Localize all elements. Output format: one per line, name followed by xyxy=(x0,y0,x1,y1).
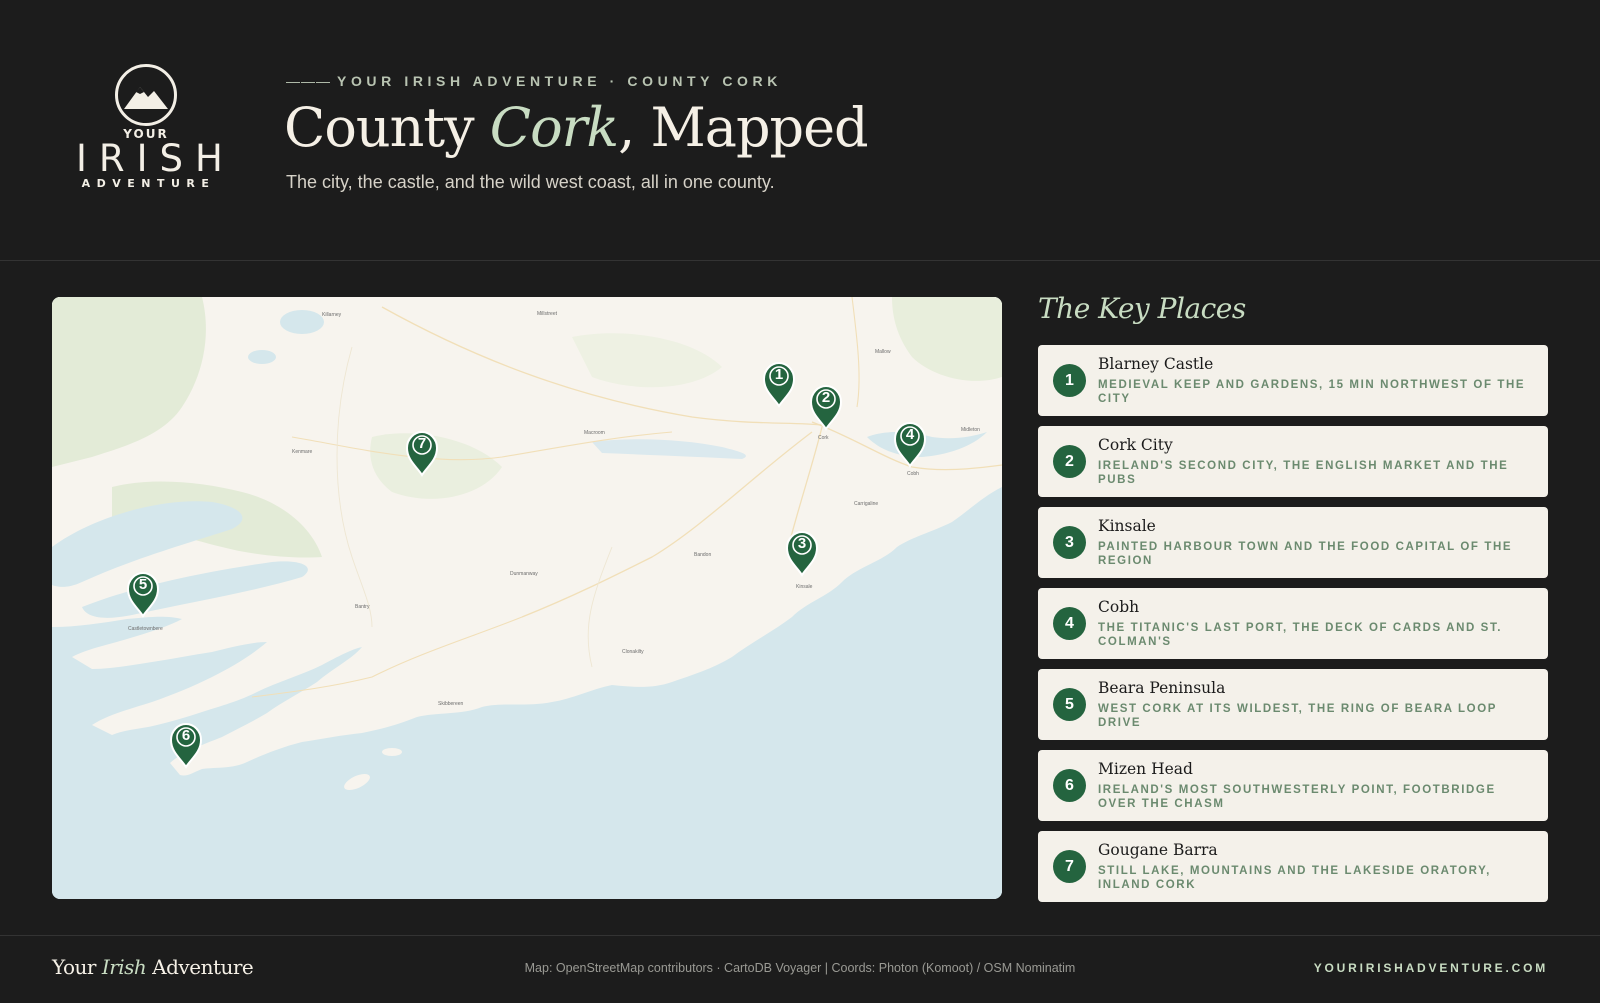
place-name: Beara Peninsula xyxy=(1098,679,1226,697)
places-panel-title: The Key Places xyxy=(1038,292,1246,325)
map-label-millstreet: Millstreet xyxy=(537,311,558,317)
map-basemap xyxy=(52,297,1002,899)
pin-number: 3 xyxy=(797,535,807,552)
map-label-mallow: Mallow xyxy=(875,349,891,355)
places-list: 1 Blarney Castle Medieval keep and garde… xyxy=(1038,345,1548,912)
county-map[interactable]: Killarney Millstreet Kenmare Macroom Mal… xyxy=(52,297,1002,899)
map-pin-cork-city[interactable]: 2 xyxy=(808,383,844,431)
title-accent: Cork xyxy=(489,96,619,159)
map-label-kinsale: Kinsale xyxy=(796,584,813,590)
place-name: Gougane Barra xyxy=(1098,841,1218,859)
map-label-dunmanway: Dunmanway xyxy=(510,571,538,577)
place-card-gougane-barra[interactable]: 7 Gougane Barra Still lake, mountains an… xyxy=(1038,831,1548,902)
place-number-badge: 3 xyxy=(1053,526,1086,559)
map-label-kenmare: Kenmare xyxy=(292,449,313,455)
map-label-clonakilty: Clonakilty xyxy=(622,649,644,655)
place-description: Ireland's second city, the English Marke… xyxy=(1098,460,1509,486)
place-description: Ireland's most southwesterly point, foot… xyxy=(1098,784,1496,810)
page-footer: Your Irish Adventure Map: OpenStreetMap … xyxy=(0,935,1600,1003)
place-name: Blarney Castle xyxy=(1098,355,1214,373)
map-label-midleton: Midleton xyxy=(961,427,980,433)
place-description: The Titanic's last port, the Deck of Car… xyxy=(1098,622,1503,648)
logo-text-adventure: ADVENTURE xyxy=(81,177,216,190)
map-label-carrigaline: Carrigaline xyxy=(854,501,879,507)
place-card-cobh[interactable]: 4 Cobh The Titanic's last port, the Deck… xyxy=(1038,588,1548,659)
map-label-macroom: Macroom xyxy=(584,430,605,436)
pin-number: 1 xyxy=(774,366,784,383)
place-name: Cork City xyxy=(1098,436,1173,454)
site-logo[interactable]: YOUR IRISH ADVENTURE xyxy=(66,64,226,194)
map-pin-gougane-barra[interactable]: 7 xyxy=(404,429,440,477)
place-number-badge: 2 xyxy=(1053,445,1086,478)
place-name: Cobh xyxy=(1098,598,1140,616)
place-card-blarney-castle[interactable]: 1 Blarney Castle Medieval keep and garde… xyxy=(1038,345,1548,416)
title-part-1: County xyxy=(284,96,490,159)
map-label-castletownbere: Castletownbere xyxy=(128,626,163,632)
map-label-killarney: Killarney xyxy=(322,312,342,318)
map-pin-blarney-castle[interactable]: 1 xyxy=(761,360,797,408)
map-label-cork: Cork xyxy=(818,435,829,441)
page-header: YOUR IRISH ADVENTURE ——— YOUR IRISH ADVEN… xyxy=(0,0,1600,261)
title-part-2: , Mapped xyxy=(618,96,868,159)
map-label-bandon: Bandon xyxy=(694,552,712,558)
place-number-badge: 7 xyxy=(1053,850,1086,883)
map-pin-beara-peninsula[interactable]: 5 xyxy=(125,570,161,618)
place-name: Mizen Head xyxy=(1098,760,1193,778)
place-number-badge: 6 xyxy=(1053,769,1086,802)
map-pin-kinsale[interactable]: 3 xyxy=(784,529,820,577)
eyebrow-dash: ——— xyxy=(286,73,331,89)
map-label-skibbereen: Skibbereen xyxy=(438,701,464,707)
map-label-bantry: Bantry xyxy=(355,604,370,610)
place-number-badge: 5 xyxy=(1053,688,1086,721)
place-number-badge: 1 xyxy=(1053,364,1086,397)
pin-number: 6 xyxy=(181,727,191,744)
pin-number: 2 xyxy=(821,389,831,406)
place-card-beara-peninsula[interactable]: 5 Beara Peninsula West Cork at its wilde… xyxy=(1038,669,1548,740)
pin-number: 5 xyxy=(138,576,148,593)
page-title: County Cork, Mapped xyxy=(284,96,869,159)
place-description: Medieval keep and gardens, 15 min northw… xyxy=(1098,379,1526,405)
eyebrow-text: YOUR IRISH ADVENTURE · COUNTY CORK xyxy=(337,73,782,89)
pin-number: 4 xyxy=(905,426,915,443)
map-pin-cobh[interactable]: 4 xyxy=(892,420,928,468)
place-card-kinsale[interactable]: 3 Kinsale Painted harbour town and the f… xyxy=(1038,507,1548,578)
place-card-mizen-head[interactable]: 6 Mizen Head Ireland's most southwesterl… xyxy=(1038,750,1548,821)
place-card-cork-city[interactable]: 2 Cork City Ireland's second city, the E… xyxy=(1038,426,1548,497)
mountain-icon xyxy=(115,64,177,126)
map-pin-mizen-head[interactable]: 6 xyxy=(168,721,204,769)
logo-text-irish: IRISH xyxy=(76,137,235,180)
place-description: West Cork at its wildest, the Ring of Be… xyxy=(1098,703,1497,729)
site-link[interactable]: YOURIRISHADVENTURE.COM xyxy=(1314,961,1548,975)
place-name: Kinsale xyxy=(1098,517,1156,535)
eyebrow: ——— YOUR IRISH ADVENTURE · COUNTY CORK xyxy=(286,73,782,89)
map-label-cobh: Cobh xyxy=(907,471,919,477)
place-number-badge: 4 xyxy=(1053,607,1086,640)
place-description: Painted harbour town and the food capita… xyxy=(1098,541,1513,567)
place-description: Still lake, mountains and the lakeside o… xyxy=(1098,865,1491,891)
pin-number: 7 xyxy=(417,435,427,452)
page-subtitle: The city, the castle, and the wild west … xyxy=(286,172,775,192)
